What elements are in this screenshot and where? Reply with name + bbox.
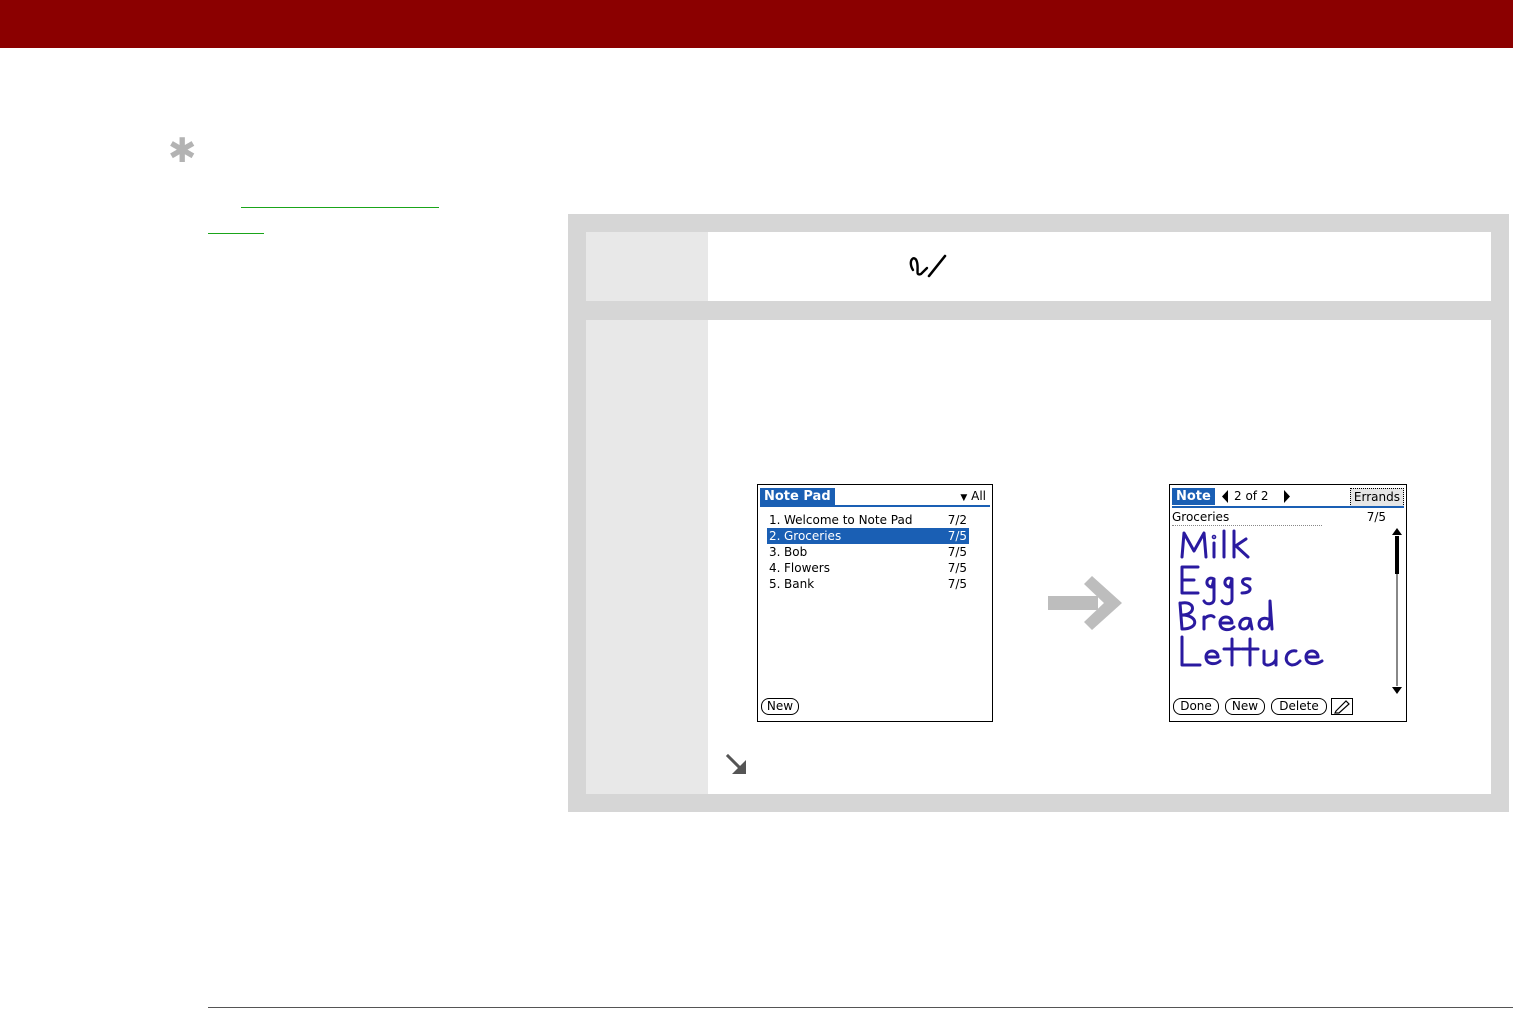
title-underline — [760, 505, 990, 507]
note-list-item[interactable]: 4. Flowers 7/5 — [767, 560, 969, 576]
new-button[interactable]: New — [761, 698, 799, 715]
note-title: Welcome to Note Pad — [784, 513, 913, 527]
note-title: Flowers — [784, 561, 830, 575]
right-arrow-icon — [1048, 576, 1122, 630]
scrollbar[interactable] — [1391, 528, 1403, 694]
pen-color-icon[interactable] — [1331, 698, 1353, 715]
note-title[interactable]: Groceries — [1172, 510, 1322, 526]
note-title: Groceries — [784, 529, 842, 543]
note-list-item[interactable]: 1. Welcome to Note Pad 7/2 — [767, 512, 969, 528]
step-2-number-cell — [586, 320, 708, 794]
title-underline — [1172, 506, 1404, 508]
note-date: 7/5 — [947, 561, 967, 575]
tip-link[interactable] — [241, 207, 439, 208]
handwritten-note — [1178, 529, 1324, 667]
category-button[interactable]: Errands — [1349, 488, 1404, 507]
header-bar — [0, 0, 1513, 48]
next-note-icon[interactable] — [1282, 488, 1292, 505]
note-date: 7/5 — [947, 545, 967, 559]
note-list-item[interactable]: 5. Bank 7/5 — [767, 576, 969, 592]
note-title-tab: Note — [1172, 488, 1215, 505]
note-number: 4. — [769, 561, 781, 575]
note-number: 5. — [769, 577, 781, 591]
note-list-item[interactable]: 3. Bob 7/5 — [767, 544, 969, 560]
note-list-item[interactable]: 2. Groceries 7/5 — [767, 528, 969, 544]
note-title: Bob — [784, 545, 808, 559]
tip-link-continuation[interactable] — [208, 233, 264, 234]
done-button[interactable]: Done — [1173, 698, 1219, 715]
footer-rule — [208, 1007, 1513, 1008]
step-1-body — [708, 232, 1491, 301]
note-date: 7/5 — [947, 529, 967, 543]
note-date: 7/2 — [947, 513, 967, 527]
dropdown-triangle-icon: ▼ — [960, 493, 968, 503]
step-1-number-cell — [586, 232, 708, 301]
note-number: 1. — [769, 513, 781, 527]
note-number: 3. — [769, 545, 781, 559]
note-title: Bank — [784, 577, 815, 591]
note-date: 7/5 — [1366, 510, 1386, 524]
delete-button[interactable]: Delete — [1271, 698, 1327, 715]
note-date: 7/5 — [947, 577, 967, 591]
category-label: All — [971, 489, 986, 503]
new-note-button[interactable]: New — [1225, 698, 1265, 715]
category-picker[interactable]: ▼ All — [960, 488, 986, 507]
previous-note-icon[interactable] — [1220, 488, 1230, 505]
note-pad-title: Note Pad — [760, 488, 835, 505]
note-list-screen: Note Pad ▼ All 1. Welcome to Note Pad 7/2 2… — [757, 484, 993, 722]
continue-arrow-icon — [725, 753, 746, 774]
note-number: 2. — [769, 529, 781, 543]
asterisk-icon: ✱ — [168, 131, 197, 171]
note-pad-pencil-icon — [909, 254, 947, 278]
record-position: 2 of 2 — [1234, 489, 1269, 503]
